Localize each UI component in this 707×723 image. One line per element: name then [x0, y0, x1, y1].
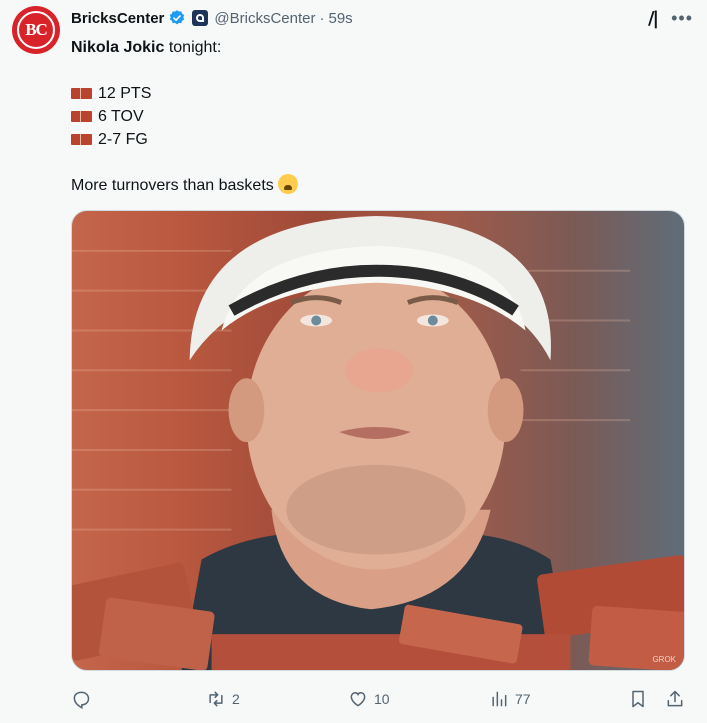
timestamp[interactable]: 59s — [328, 10, 352, 27]
stat-line: 12 PTS — [71, 82, 298, 105]
share-icon — [667, 690, 683, 707]
tweet-text: Nikola Jokic tonight: 12 PTS 6 TOV 2-7 F… — [71, 36, 298, 197]
brick-icon — [71, 134, 92, 145]
more-icon[interactable]: ••• — [671, 8, 693, 29]
intro-line: Nikola Jokic tonight: — [71, 36, 298, 59]
share-button[interactable] — [665, 685, 685, 713]
closing-line: More turnovers than baskets — [71, 174, 298, 197]
brick-icon — [71, 88, 92, 99]
repost-icon — [209, 691, 223, 707]
watermark: GROK — [652, 655, 676, 664]
verified-badge-icon — [170, 10, 185, 25]
stat-line: 6 TOV — [71, 105, 298, 128]
display-name[interactable]: BricksCenter — [71, 10, 164, 27]
crying-face-icon — [277, 174, 298, 194]
views-count: 77 — [515, 691, 531, 707]
avatar[interactable]: BC — [12, 6, 60, 54]
action-bar: 2 10 77 — [71, 685, 691, 713]
repost-button[interactable]: 2 — [206, 685, 240, 713]
stat-value: 2-7 FG — [98, 131, 148, 148]
portrait-illustration — [72, 215, 684, 670]
reply-button[interactable] — [71, 685, 97, 713]
brick-icon — [71, 111, 92, 122]
mention-name: Nikola Jokic — [71, 39, 165, 56]
bookmark-button[interactable] — [628, 685, 648, 713]
like-icon — [350, 691, 366, 707]
views-button[interactable]: 77 — [489, 685, 531, 713]
stat-value: 12 PTS — [98, 85, 152, 102]
handle[interactable]: @BricksCenter — [214, 10, 315, 27]
closing-text: More turnovers than baskets — [71, 177, 274, 194]
views-icon — [492, 691, 507, 707]
stat-value: 6 TOV — [98, 108, 144, 125]
stat-line: 2-7 FG — [71, 128, 298, 151]
affiliate-badge-icon — [192, 10, 209, 26]
tweet-header: BricksCenter @BricksCenter · 59s — [71, 7, 353, 29]
tweet-image[interactable]: GROK — [71, 210, 685, 671]
bookmark-icon — [632, 690, 644, 708]
like-button[interactable]: 10 — [348, 685, 390, 713]
avatar-logo: BC — [17, 11, 55, 49]
separator: · — [319, 9, 325, 27]
intro-text: tonight: — [164, 39, 222, 56]
reply-icon — [73, 691, 90, 709]
top-actions: /| ••• — [648, 8, 693, 29]
tweet[interactable]: BC BricksCenter @BricksCenter · 59s /| •… — [0, 0, 707, 723]
repost-count: 2 — [232, 691, 240, 707]
like-count: 10 — [374, 691, 390, 707]
grok-icon[interactable]: /| — [648, 8, 659, 29]
